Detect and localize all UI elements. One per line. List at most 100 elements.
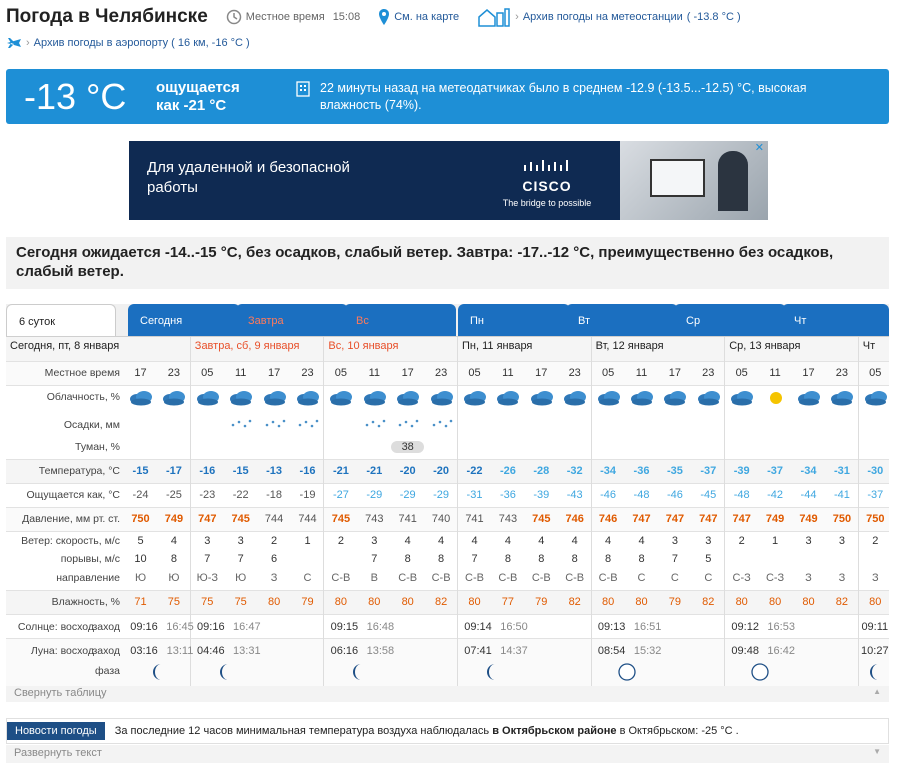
- temps-cell: -37: [767, 465, 784, 477]
- humidity-cell: 80: [869, 596, 882, 608]
- pressure-cell: 750: [866, 513, 885, 525]
- feels-cell: -25: [165, 489, 182, 501]
- collapse-table-label[interactable]: Свернуть таблицу: [14, 687, 107, 699]
- feels-cell: -42: [767, 489, 784, 501]
- times-cell: 17: [668, 367, 682, 379]
- day-header: Чт: [862, 340, 876, 352]
- wind-cell: 3: [204, 535, 211, 547]
- wind-cell: 2: [872, 535, 879, 547]
- tab-1[interactable]: Сегодня: [128, 304, 240, 336]
- feels-cell: -27: [332, 489, 349, 501]
- collapse-table-link[interactable]: Свернуть таблицу ▲: [6, 686, 889, 702]
- wind-cell: 3: [705, 535, 712, 547]
- feels-cell: -48: [633, 489, 650, 501]
- fog-value: 38: [391, 441, 425, 453]
- humidity-cell: 75: [167, 596, 181, 608]
- temps-cell: -34: [600, 465, 617, 477]
- direction-cell: З: [270, 572, 278, 584]
- cloud-icon: [629, 389, 655, 406]
- tab-7[interactable]: Чт: [782, 304, 889, 336]
- tab-0[interactable]: 6 суток: [6, 304, 116, 336]
- chevron-up-icon: ▲: [873, 687, 881, 696]
- building-icon: [296, 80, 310, 97]
- day-header: Вт, 12 января: [595, 340, 664, 352]
- feels-cell: -48: [733, 489, 750, 501]
- cloud-icon: [195, 389, 221, 406]
- cisco-brand: CISCO: [522, 178, 572, 194]
- tab-6[interactable]: Ср: [674, 304, 786, 336]
- crescent-moon-icon: [867, 663, 883, 680]
- feels-cell: -19: [299, 489, 316, 501]
- map-link[interactable]: См. на карте: [378, 9, 459, 25]
- chevron-down-icon: ▼: [873, 747, 881, 756]
- temps-cell: -17: [165, 465, 182, 477]
- direction-cell: Ю-З: [196, 572, 218, 584]
- humidity-cell: 80: [468, 596, 481, 608]
- temps-cell: -35: [666, 465, 683, 477]
- times-cell: 05: [601, 367, 615, 379]
- expand-text-link[interactable]: Развернуть текст ▼: [6, 745, 889, 763]
- temps-cell: -21: [366, 465, 383, 477]
- gusts-cell: 8: [404, 553, 411, 565]
- station-archive-link[interactable]: › Архив погоды на метеостанции ( -13.8 °…: [477, 7, 741, 27]
- moonset-time: 14:37: [500, 645, 528, 657]
- cloud-icon: [863, 389, 889, 406]
- times-cell: 23: [434, 367, 448, 379]
- row-label-wind: Ветер: скорость, м/с: [21, 535, 120, 547]
- tab-2[interactable]: Завтра: [236, 304, 348, 336]
- airplane-icon: [7, 38, 21, 48]
- tab-3[interactable]: Вс: [344, 304, 456, 336]
- moonrise-time: 08:54: [597, 645, 626, 657]
- station-archive-label[interactable]: Архив погоды на метеостанции: [523, 11, 683, 23]
- news-text-a: За последние 12 часов минимальная темпер…: [114, 725, 490, 737]
- cloud-icon: [395, 389, 421, 406]
- feels-cell: -29: [366, 489, 383, 501]
- times-cell: 23: [301, 367, 314, 379]
- times-cell: 17: [267, 367, 281, 379]
- pressure-cell: 747: [732, 513, 751, 525]
- row-label-phase: фаза: [94, 665, 120, 677]
- airport-archive-link[interactable]: › Архив погоды в аэропорту ( 16 км, -16 …: [6, 36, 250, 50]
- crescent-moon-icon: [484, 663, 500, 680]
- temps-cell: -21: [332, 465, 349, 477]
- sensor-report[interactable]: 22 минуты назад на метеодатчиках было в …: [296, 80, 836, 114]
- ad-text: Для удаленной и безопасной работы: [147, 158, 350, 198]
- row-divider: [6, 531, 889, 532]
- cloud-icon: [362, 389, 388, 406]
- times-cell: 11: [769, 367, 781, 379]
- times-cell: 05: [201, 367, 214, 379]
- humidity-cell: 80: [635, 596, 648, 608]
- wind-cell: 4: [404, 535, 411, 547]
- news-button[interactable]: Новости погоды: [7, 722, 105, 740]
- pressure-cell: 749: [799, 513, 818, 525]
- ad-banner[interactable]: Для удаленной и безопасной работы CISCO …: [129, 141, 768, 220]
- feels-cell: -36: [499, 489, 516, 501]
- airport-archive-label[interactable]: Архив погоды в аэропорту ( 16 км, -16 °C…: [34, 37, 250, 49]
- humidity-cell: 79: [668, 596, 682, 608]
- feels-cell: -41: [833, 489, 850, 501]
- pressure-cell: 750: [832, 513, 852, 525]
- tab-4[interactable]: Пн: [458, 304, 570, 336]
- ad-close-icon[interactable]: ✕: [755, 141, 764, 154]
- feels-cell: -29: [433, 489, 450, 501]
- day-divider: [857, 337, 859, 687]
- expand-text-label[interactable]: Развернуть текст: [14, 747, 102, 759]
- gusts-cell: 8: [571, 553, 578, 565]
- map-link-label[interactable]: См. на карте: [394, 11, 459, 23]
- wind-cell: 3: [237, 535, 244, 547]
- row-label-precip: Осадки, мм: [63, 419, 120, 431]
- pressure-cell: 744: [264, 513, 284, 525]
- pressure-cell: 745: [532, 513, 551, 525]
- row-label-moon: Луна: восход: [30, 645, 94, 657]
- feels-like-line1: ощущается: [156, 78, 240, 96]
- times-cell: 05: [735, 367, 748, 379]
- times-cell: 11: [502, 367, 514, 379]
- wind-cell: 4: [571, 535, 578, 547]
- station-temp: ( -13.8 °C ): [686, 11, 741, 23]
- direction-cell: С-В: [565, 572, 585, 584]
- feels-cell: -22: [232, 489, 249, 501]
- times-cell: 23: [167, 367, 181, 379]
- tab-5[interactable]: Вт: [566, 304, 678, 336]
- ad-text-line2: работы: [147, 179, 198, 196]
- cisco-bars-icon: [524, 160, 568, 171]
